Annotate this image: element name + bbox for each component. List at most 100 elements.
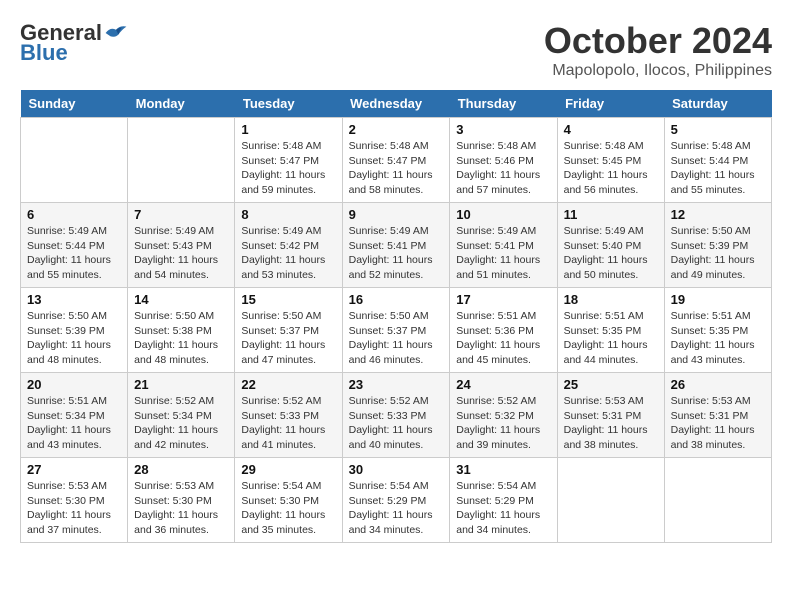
- calendar-cell: 29 Sunrise: 5:54 AMSunset: 5:30 PMDayligh…: [235, 458, 342, 543]
- day-info: Sunrise: 5:50 AMSunset: 5:37 PMDaylight:…: [241, 309, 335, 368]
- day-number: 13: [27, 292, 121, 307]
- day-info: Sunrise: 5:51 AMSunset: 5:36 PMDaylight:…: [456, 309, 550, 368]
- day-info: Sunrise: 5:48 AMSunset: 5:47 PMDaylight:…: [241, 139, 335, 198]
- day-number: 28: [134, 462, 228, 477]
- day-info: Sunrise: 5:54 AMSunset: 5:30 PMDaylight:…: [241, 479, 335, 538]
- day-number: 25: [564, 377, 658, 392]
- calendar-day-header: Monday: [128, 90, 235, 118]
- calendar-day-header: Sunday: [21, 90, 128, 118]
- calendar-cell: 22 Sunrise: 5:52 AMSunset: 5:33 PMDayligh…: [235, 373, 342, 458]
- day-number: 24: [456, 377, 550, 392]
- calendar-week-row: 20 Sunrise: 5:51 AMSunset: 5:34 PMDayligh…: [21, 373, 772, 458]
- calendar-cell: 17 Sunrise: 5:51 AMSunset: 5:36 PMDayligh…: [450, 288, 557, 373]
- day-number: 21: [134, 377, 228, 392]
- calendar-cell: 21 Sunrise: 5:52 AMSunset: 5:34 PMDayligh…: [128, 373, 235, 458]
- day-number: 3: [456, 122, 550, 137]
- calendar-cell: 3Sunrise: 5:48 AMSunset: 5:46 PMDaylight…: [450, 118, 557, 203]
- day-number: 5: [671, 122, 765, 137]
- calendar-cell: 7 Sunrise: 5:49 AMSunset: 5:43 PMDaylight…: [128, 203, 235, 288]
- day-info: Sunrise: 5:49 AMSunset: 5:43 PMDaylight:…: [134, 224, 228, 283]
- day-number: 9: [349, 207, 444, 222]
- calendar-cell: 31 Sunrise: 5:54 AMSunset: 5:29 PMDayligh…: [450, 458, 557, 543]
- day-number: 27: [27, 462, 121, 477]
- day-number: 12: [671, 207, 765, 222]
- calendar-cell: 10 Sunrise: 5:49 AMSunset: 5:41 PMDayligh…: [450, 203, 557, 288]
- calendar-day-header: Saturday: [664, 90, 771, 118]
- day-number: 8: [241, 207, 335, 222]
- calendar-cell: [128, 118, 235, 203]
- calendar-day-header: Friday: [557, 90, 664, 118]
- calendar-week-row: 27Sunrise: 5:53 AMSunset: 5:30 PMDayligh…: [21, 458, 772, 543]
- calendar-cell: 30 Sunrise: 5:54 AMSunset: 5:29 PMDayligh…: [342, 458, 450, 543]
- calendar-day-header: Wednesday: [342, 90, 450, 118]
- calendar-cell: 1Sunrise: 5:48 AMSunset: 5:47 PMDaylight…: [235, 118, 342, 203]
- day-info: Sunrise: 5:50 AMSunset: 5:39 PMDaylight:…: [671, 224, 765, 283]
- calendar-cell: 19 Sunrise: 5:51 AMSunset: 5:35 PMDayligh…: [664, 288, 771, 373]
- day-info: Sunrise: 5:48 AMSunset: 5:45 PMDaylight:…: [564, 139, 658, 198]
- calendar-day-header: Thursday: [450, 90, 557, 118]
- calendar-header-row: SundayMondayTuesdayWednesdayThursdayFrid…: [21, 90, 772, 118]
- calendar-cell: 11 Sunrise: 5:49 AMSunset: 5:40 PMDayligh…: [557, 203, 664, 288]
- logo-bird-icon: [104, 23, 128, 43]
- calendar-cell: 2 Sunrise: 5:48 AMSunset: 5:47 PMDaylight…: [342, 118, 450, 203]
- day-info: Sunrise: 5:54 AMSunset: 5:29 PMDaylight:…: [349, 479, 444, 538]
- day-number: 19: [671, 292, 765, 307]
- day-number: 4: [564, 122, 658, 137]
- calendar-cell: 18Sunrise: 5:51 AMSunset: 5:35 PMDayligh…: [557, 288, 664, 373]
- calendar-cell: 20 Sunrise: 5:51 AMSunset: 5:34 PMDayligh…: [21, 373, 128, 458]
- day-number: 2: [349, 122, 444, 137]
- calendar-cell: 23 Sunrise: 5:52 AMSunset: 5:33 PMDayligh…: [342, 373, 450, 458]
- calendar-cell: [21, 118, 128, 203]
- day-info: Sunrise: 5:50 AMSunset: 5:37 PMDaylight:…: [349, 309, 444, 368]
- location: Mapolopolo, Ilocos, Philippines: [544, 62, 772, 80]
- day-number: 6: [27, 207, 121, 222]
- day-info: Sunrise: 5:53 AMSunset: 5:31 PMDaylight:…: [564, 394, 658, 453]
- day-number: 10: [456, 207, 550, 222]
- calendar-cell: 27Sunrise: 5:53 AMSunset: 5:30 PMDayligh…: [21, 458, 128, 543]
- calendar-cell: 28Sunrise: 5:53 AMSunset: 5:30 PMDayligh…: [128, 458, 235, 543]
- day-number: 11: [564, 207, 658, 222]
- day-info: Sunrise: 5:49 AMSunset: 5:41 PMDaylight:…: [349, 224, 444, 283]
- day-info: Sunrise: 5:50 AMSunset: 5:39 PMDaylight:…: [27, 309, 121, 368]
- calendar-week-row: 13 Sunrise: 5:50 AMSunset: 5:39 PMDayligh…: [21, 288, 772, 373]
- day-info: Sunrise: 5:53 AMSunset: 5:31 PMDaylight:…: [671, 394, 765, 453]
- calendar-cell: 6 Sunrise: 5:49 AMSunset: 5:44 PMDaylight…: [21, 203, 128, 288]
- day-number: 18: [564, 292, 658, 307]
- logo-blue-text: Blue: [20, 40, 68, 66]
- calendar-cell: 14Sunrise: 5:50 AMSunset: 5:38 PMDayligh…: [128, 288, 235, 373]
- day-info: Sunrise: 5:52 AMSunset: 5:33 PMDaylight:…: [349, 394, 444, 453]
- title-area: October 2024 Mapolopolo, Ilocos, Philipp…: [544, 20, 772, 80]
- page-header: General Blue October 2024 Mapolopolo, Il…: [20, 20, 772, 80]
- day-number: 31: [456, 462, 550, 477]
- day-info: Sunrise: 5:52 AMSunset: 5:34 PMDaylight:…: [134, 394, 228, 453]
- calendar-cell: 12 Sunrise: 5:50 AMSunset: 5:39 PMDayligh…: [664, 203, 771, 288]
- day-number: 29: [241, 462, 335, 477]
- calendar-cell: 15Sunrise: 5:50 AMSunset: 5:37 PMDayligh…: [235, 288, 342, 373]
- calendar-cell: 13 Sunrise: 5:50 AMSunset: 5:39 PMDayligh…: [21, 288, 128, 373]
- day-number: 7: [134, 207, 228, 222]
- day-number: 30: [349, 462, 444, 477]
- day-number: 17: [456, 292, 550, 307]
- day-info: Sunrise: 5:48 AMSunset: 5:47 PMDaylight:…: [349, 139, 444, 198]
- day-info: Sunrise: 5:49 AMSunset: 5:41 PMDaylight:…: [456, 224, 550, 283]
- day-info: Sunrise: 5:52 AMSunset: 5:33 PMDaylight:…: [241, 394, 335, 453]
- calendar-week-row: 1Sunrise: 5:48 AMSunset: 5:47 PMDaylight…: [21, 118, 772, 203]
- day-number: 16: [349, 292, 444, 307]
- day-number: 26: [671, 377, 765, 392]
- calendar-cell: 24Sunrise: 5:52 AMSunset: 5:32 PMDayligh…: [450, 373, 557, 458]
- calendar-cell: 25 Sunrise: 5:53 AMSunset: 5:31 PMDayligh…: [557, 373, 664, 458]
- day-info: Sunrise: 5:49 AMSunset: 5:42 PMDaylight:…: [241, 224, 335, 283]
- calendar-cell: [557, 458, 664, 543]
- day-info: Sunrise: 5:49 AMSunset: 5:44 PMDaylight:…: [27, 224, 121, 283]
- day-info: Sunrise: 5:54 AMSunset: 5:29 PMDaylight:…: [456, 479, 550, 538]
- day-number: 22: [241, 377, 335, 392]
- day-number: 23: [349, 377, 444, 392]
- day-info: Sunrise: 5:51 AMSunset: 5:35 PMDaylight:…: [671, 309, 765, 368]
- calendar-cell: [664, 458, 771, 543]
- calendar-cell: 26 Sunrise: 5:53 AMSunset: 5:31 PMDayligh…: [664, 373, 771, 458]
- calendar-cell: 5Sunrise: 5:48 AMSunset: 5:44 PMDaylight…: [664, 118, 771, 203]
- day-info: Sunrise: 5:51 AMSunset: 5:34 PMDaylight:…: [27, 394, 121, 453]
- calendar-cell: 16 Sunrise: 5:50 AMSunset: 5:37 PMDayligh…: [342, 288, 450, 373]
- day-number: 20: [27, 377, 121, 392]
- day-info: Sunrise: 5:49 AMSunset: 5:40 PMDaylight:…: [564, 224, 658, 283]
